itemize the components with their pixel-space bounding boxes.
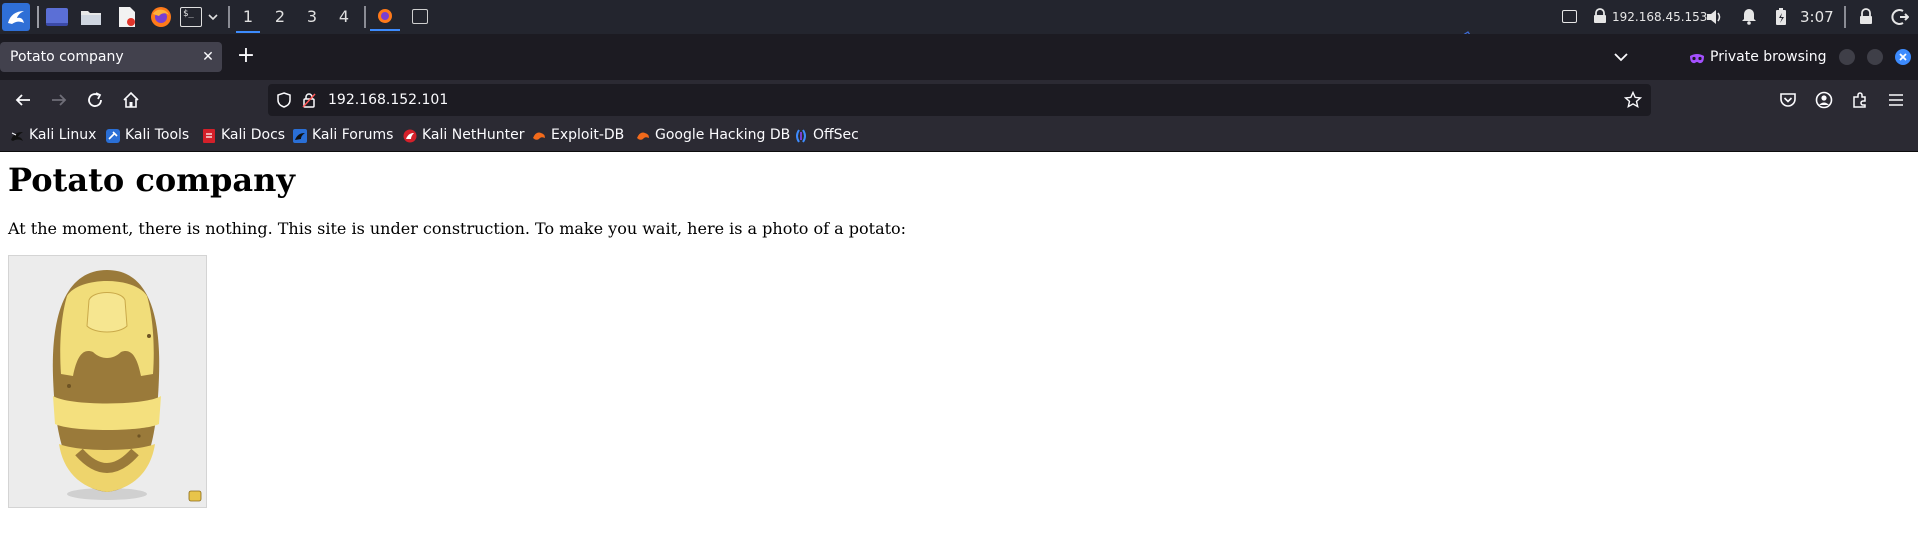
firefox-window-button[interactable] (370, 3, 400, 31)
bookmark-google-hacking-db[interactable]: Google Hacking DB (636, 120, 790, 151)
new-tab-button[interactable]: + (234, 45, 258, 69)
kali-docs-icon (203, 128, 215, 143)
bookmark-label: OffSec (813, 127, 859, 143)
bookmark-star-icon[interactable] (1623, 90, 1643, 109)
text-editor-icon[interactable] (117, 6, 137, 28)
panel-separator (364, 6, 366, 28)
ghdb-icon (637, 132, 649, 140)
pocket-icon[interactable] (1774, 86, 1802, 114)
navigation-toolbar: 192.168.152.101 (0, 80, 1918, 120)
offsec-icon (796, 128, 806, 143)
account-icon[interactable] (1810, 86, 1838, 114)
firefox-launcher-icon[interactable] (150, 6, 172, 28)
display-icon[interactable] (1562, 10, 1577, 23)
bookmarks-toolbar: Kali Linux Kali Tools Kali Docs Kali For… (0, 120, 1918, 152)
panel-separator (1844, 6, 1846, 28)
nethunter-icon (403, 129, 417, 142)
bookmark-label: Exploit-DB (551, 127, 625, 143)
bookmark-kali-tools[interactable]: Kali Tools (106, 120, 189, 151)
notification-bell-icon[interactable] (1741, 8, 1757, 25)
bookmark-exploit-db[interactable]: Exploit-DB (532, 120, 624, 151)
web-page-content: Potato company At the moment, there is n… (0, 152, 1918, 559)
launcher-dropdown-icon[interactable] (207, 9, 219, 25)
list-all-tabs-icon[interactable] (1610, 47, 1632, 67)
close-window-button[interactable] (1895, 49, 1911, 65)
url-bar[interactable]: 192.168.152.101 (268, 84, 1651, 116)
panel-separator (37, 6, 39, 28)
system-panel: $_ 1 2 3 4 192.168.45.153 3:07 (0, 0, 1918, 39)
maximize-window-button[interactable] (1867, 49, 1883, 65)
panel-separator (228, 6, 230, 28)
lock-screen-icon[interactable] (1859, 8, 1873, 25)
url-text: 192.168.152.101 (328, 92, 449, 108)
kali-menu-icon[interactable] (2, 3, 30, 31)
forward-button[interactable] (45, 86, 73, 114)
app-menu-icon[interactable] (1882, 86, 1910, 114)
private-browsing-label: Private browsing (1710, 49, 1827, 65)
workspace-1[interactable]: 1 (233, 4, 263, 33)
insecure-lock-icon[interactable] (302, 92, 316, 108)
reload-button[interactable] (81, 86, 109, 114)
tab-potato-company[interactable]: Potato company ✕ (0, 42, 222, 72)
tab-title: Potato company (10, 49, 124, 65)
workspace-3[interactable]: 3 (297, 4, 327, 30)
bookmark-label: Kali NetHunter (422, 127, 525, 143)
vpn-lock-icon[interactable] (1593, 8, 1607, 24)
kali-tools-icon (106, 128, 120, 143)
extensions-icon[interactable] (1846, 86, 1874, 114)
exploit-db-icon (533, 132, 545, 140)
clock[interactable]: 3:07 (1800, 0, 1834, 34)
bookmark-label: Google Hacking DB (655, 127, 791, 143)
ip-address: 192.168.45.153 (1612, 10, 1708, 24)
tracking-protection-shield-icon[interactable] (276, 92, 292, 108)
file-manager-icon[interactable] (80, 8, 102, 26)
volume-icon[interactable] (1706, 9, 1724, 25)
bookmark-offsec[interactable]: OffSec (794, 120, 859, 151)
logout-icon[interactable] (1891, 8, 1910, 26)
show-desktop-icon[interactable] (46, 8, 68, 26)
bookmark-kali-forums[interactable]: Kali Forums (293, 120, 393, 151)
terminal-launcher-icon[interactable]: $_ (180, 7, 202, 27)
bookmark-kali-linux[interactable]: Kali Linux (10, 120, 96, 151)
bookmark-label: Kali Tools (125, 127, 190, 143)
network-activity-graph (1419, 24, 1551, 39)
tab-strip: Potato company ✕ + Private browsing (0, 34, 1918, 80)
private-browsing-icon (1689, 50, 1705, 64)
bookmark-label: Kali Docs (221, 127, 286, 143)
bookmark-label: Kali Linux (29, 127, 97, 143)
bookmark-label: Kali Forums (312, 127, 394, 143)
home-button[interactable] (117, 86, 145, 114)
kali-forums-icon (293, 128, 307, 143)
bookmark-kali-nethunter[interactable]: Kali NetHunter (403, 120, 524, 151)
minimize-window-button[interactable] (1839, 49, 1855, 65)
terminal-window-button[interactable] (412, 9, 428, 24)
potato-photo (8, 255, 207, 508)
kali-dragon-icon (11, 131, 23, 141)
battery-icon[interactable] (1775, 8, 1787, 26)
back-button[interactable] (9, 86, 37, 114)
page-intro-text: At the moment, there is nothing. This si… (8, 219, 907, 238)
close-tab-icon[interactable]: ✕ (200, 49, 216, 65)
workspace-4[interactable]: 4 (329, 4, 359, 30)
workspace-2[interactable]: 2 (265, 4, 295, 30)
page-heading: Potato company (8, 161, 295, 199)
bookmark-kali-docs[interactable]: Kali Docs (202, 120, 285, 151)
